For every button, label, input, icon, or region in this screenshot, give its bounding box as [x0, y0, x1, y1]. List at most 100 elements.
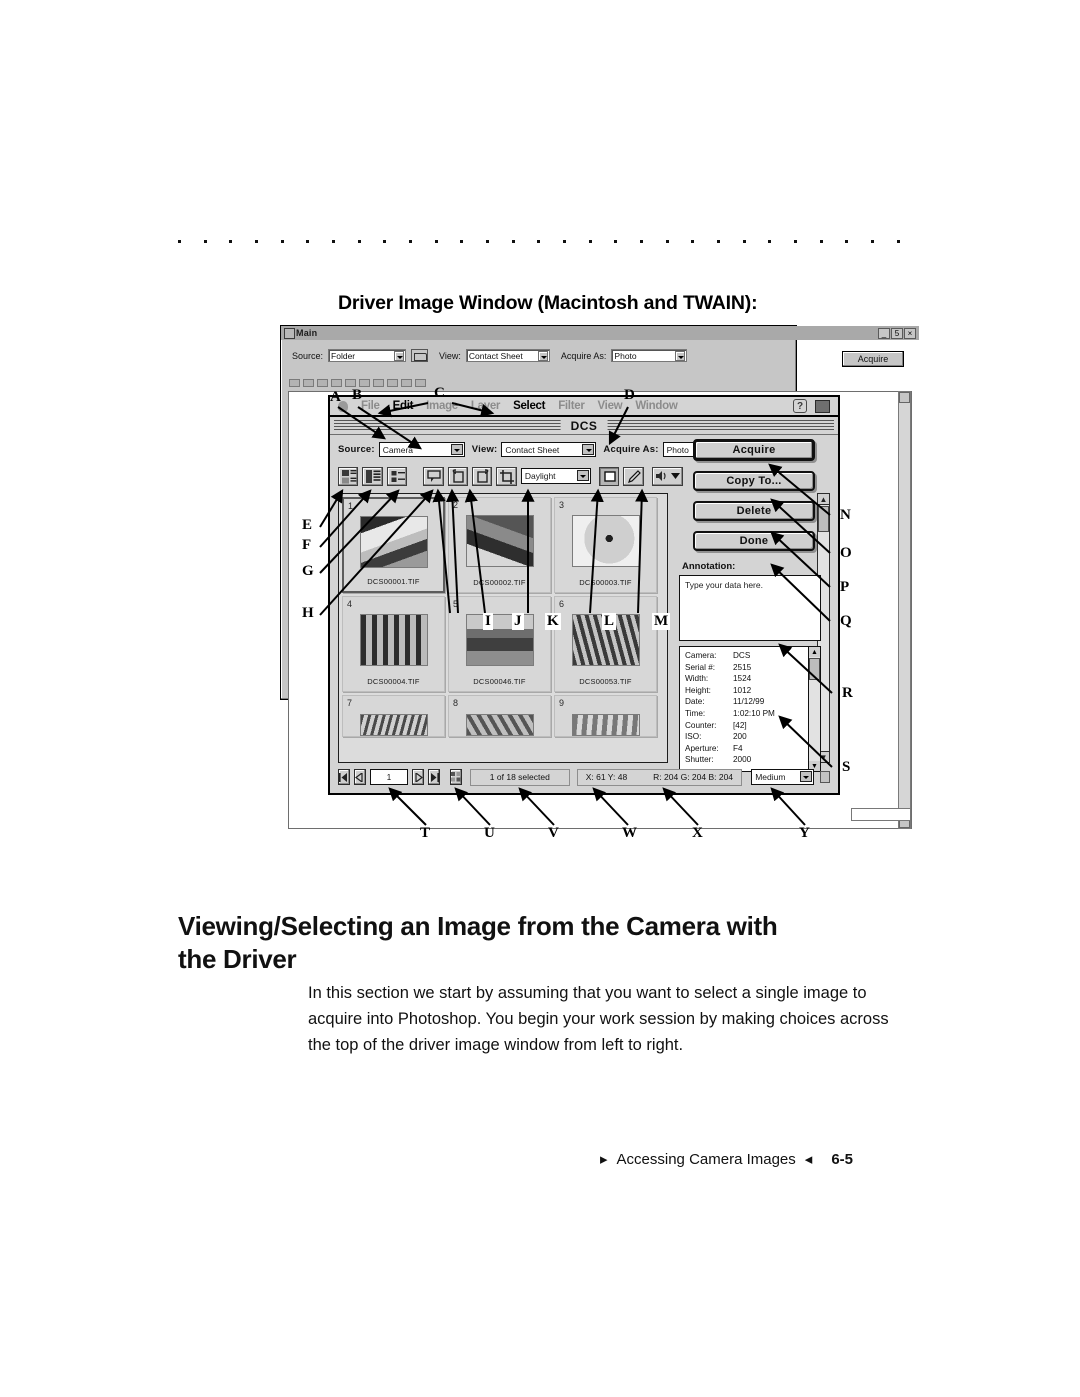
callout-k: K	[545, 613, 561, 630]
source-select[interactable]: Camera	[378, 442, 465, 457]
acquire-button[interactable]: Acquire	[693, 439, 815, 461]
thumbnail-image[interactable]	[359, 516, 428, 568]
previous-page-icon[interactable]	[353, 769, 366, 785]
thumbnail-cell[interactable]: 9	[554, 695, 657, 737]
chevron-down-icon[interactable]	[537, 351, 548, 361]
photoshop-menu-bar[interactable]: File Edit Image Layer Select Filter View…	[330, 397, 838, 417]
callout-c: C	[434, 385, 445, 401]
thumbnail-cell[interactable]: 7	[342, 695, 445, 737]
window-controls[interactable]: _ 5 ×	[878, 328, 916, 339]
chevron-down-icon[interactable]	[576, 470, 589, 481]
chevron-down-icon[interactable]	[582, 444, 595, 455]
thumbnail-image[interactable]	[359, 614, 428, 666]
thumbnail-number: 5	[453, 599, 459, 609]
chevron-down-icon[interactable]	[394, 351, 405, 361]
first-page-icon[interactable]	[338, 769, 350, 785]
chevron-down-icon[interactable]	[799, 771, 812, 782]
scroll-up-icon[interactable]: ▲	[809, 647, 820, 657]
metadata-row: Shutter: 2000	[685, 755, 752, 765]
thumbnail-cell[interactable]: 8	[448, 695, 551, 737]
tag-annotation-icon[interactable]	[423, 466, 444, 486]
thumbnail-number: 6	[559, 599, 565, 609]
scrollbar-thumb[interactable]	[809, 658, 820, 680]
rotate-left-icon[interactable]	[447, 466, 468, 486]
contact-sheet-panel[interactable]: 1 DCS00001.TIF 2 DCS00002.TIF 3 DCS00003…	[338, 493, 668, 763]
menu-item-layer[interactable]: Layer	[471, 400, 500, 412]
source-select[interactable]: Folder	[328, 349, 407, 362]
chevron-down-icon[interactable]	[675, 351, 686, 361]
menu-item-filter[interactable]: Filter	[558, 400, 585, 412]
open-folder-icon[interactable]	[411, 349, 429, 362]
close-button[interactable]: ×	[904, 328, 916, 339]
menu-item-file[interactable]: File	[361, 400, 380, 412]
thumbnail-filename: DCS00003.TIF	[579, 578, 632, 587]
view-select[interactable]: Contact Sheet	[465, 349, 550, 362]
thumbnail-image[interactable]	[571, 515, 640, 567]
selection-tool-icon[interactable]	[598, 466, 620, 486]
resize-grip-icon[interactable]	[819, 771, 831, 783]
image-preview-icon[interactable]	[815, 399, 830, 413]
copy-to-button[interactable]: Copy To...	[693, 471, 815, 491]
callout-l: L	[602, 613, 617, 630]
background-acquire-button[interactable]: Acquire	[842, 351, 904, 367]
callout-i: I	[483, 613, 493, 630]
detail-list-view-icon[interactable]	[362, 466, 383, 486]
last-page-icon[interactable]	[428, 769, 441, 785]
acquire-as-select[interactable]: Photo	[611, 349, 688, 362]
main-window-bottom-field[interactable]	[851, 808, 911, 821]
thumbnail-image[interactable]	[465, 515, 534, 567]
restore-button[interactable]: 5	[891, 328, 903, 339]
menu-item-select[interactable]: Select	[513, 400, 545, 412]
thumbnail-image[interactable]	[571, 714, 640, 736]
dcs-toolbar[interactable]: Daylight	[338, 465, 683, 487]
rotate-right-icon[interactable]	[471, 466, 493, 486]
thumbnail-cell[interactable]: 2 DCS00002.TIF	[448, 497, 551, 593]
thumbnail-cell[interactable]: 4 DCS00004.TIF	[342, 596, 445, 692]
callout-q: Q	[840, 613, 852, 629]
delete-button[interactable]: Delete	[693, 501, 815, 521]
next-page-icon[interactable]	[412, 769, 425, 785]
thumbnail-cell[interactable]: 5 DCS00046.TIF	[448, 596, 551, 692]
help-question-icon[interactable]: ?	[793, 399, 807, 413]
contact-sheet-view-icon[interactable]	[338, 466, 359, 486]
menu-item-window[interactable]: Window	[635, 400, 677, 412]
chevron-down-icon[interactable]	[450, 444, 463, 455]
page-number-input[interactable]: 1	[369, 769, 409, 785]
main-window-title: Main	[296, 328, 318, 338]
metadata-row: Counter: [42]	[685, 720, 747, 730]
done-button[interactable]: Done	[693, 531, 815, 551]
metadata-panel[interactable]: Camera: DCS Serial #: 2515 Width: 1524 Heig…	[679, 646, 821, 772]
dcs-titlebar[interactable]: DCS	[330, 417, 838, 435]
xy-coordinates: X: 61 Y: 48	[585, 772, 628, 782]
scroll-up-icon[interactable]	[899, 392, 910, 403]
main-window-scrollbar[interactable]	[898, 391, 911, 829]
eyedropper-tool-icon[interactable]	[623, 466, 644, 486]
thumbnail-cell[interactable]: 6 DCS00053.TIF	[554, 596, 657, 692]
callout-d: D	[624, 387, 635, 403]
menu-item-view[interactable]: View	[598, 400, 623, 412]
annotation-input[interactable]: Type your data here.	[679, 575, 821, 641]
decorative-dot-rule	[178, 238, 900, 244]
callout-m: M	[652, 613, 671, 630]
crop-icon[interactable]	[496, 466, 517, 486]
menu-item-edit[interactable]: Edit	[393, 400, 414, 412]
thumbnail-filename: DCS00046.TIF	[473, 677, 526, 686]
thumbnail-size-select[interactable]: Medium	[751, 769, 814, 785]
minimize-button[interactable]: _	[878, 328, 890, 339]
dcs-driver-window[interactable]: File Edit Image Layer Select Filter View…	[328, 395, 840, 795]
thumbnail-number: 2	[453, 500, 459, 510]
thumbnail-image[interactable]	[359, 714, 428, 736]
callout-j: J	[512, 613, 524, 630]
callout-y: Y	[799, 825, 810, 841]
main-window-titlebar: Main _ 5 ×	[281, 326, 919, 340]
image-info-icon[interactable]	[386, 466, 408, 486]
view-select[interactable]: Contact Sheet	[501, 442, 597, 457]
grid-layout-icon[interactable]	[450, 769, 463, 785]
thumbnail-image[interactable]	[465, 714, 534, 736]
white-balance-select[interactable]: Daylight	[520, 468, 591, 484]
thumbnail-number: 1	[348, 501, 354, 511]
thumbnail-number: 4	[347, 599, 353, 609]
thumbnail-cell[interactable]: 3 DCS00003.TIF	[554, 497, 657, 593]
thumbnail-cell[interactable]: 1 DCS00001.TIF	[342, 497, 445, 593]
metadata-scrollbar[interactable]: ▲ ▼	[808, 647, 820, 771]
